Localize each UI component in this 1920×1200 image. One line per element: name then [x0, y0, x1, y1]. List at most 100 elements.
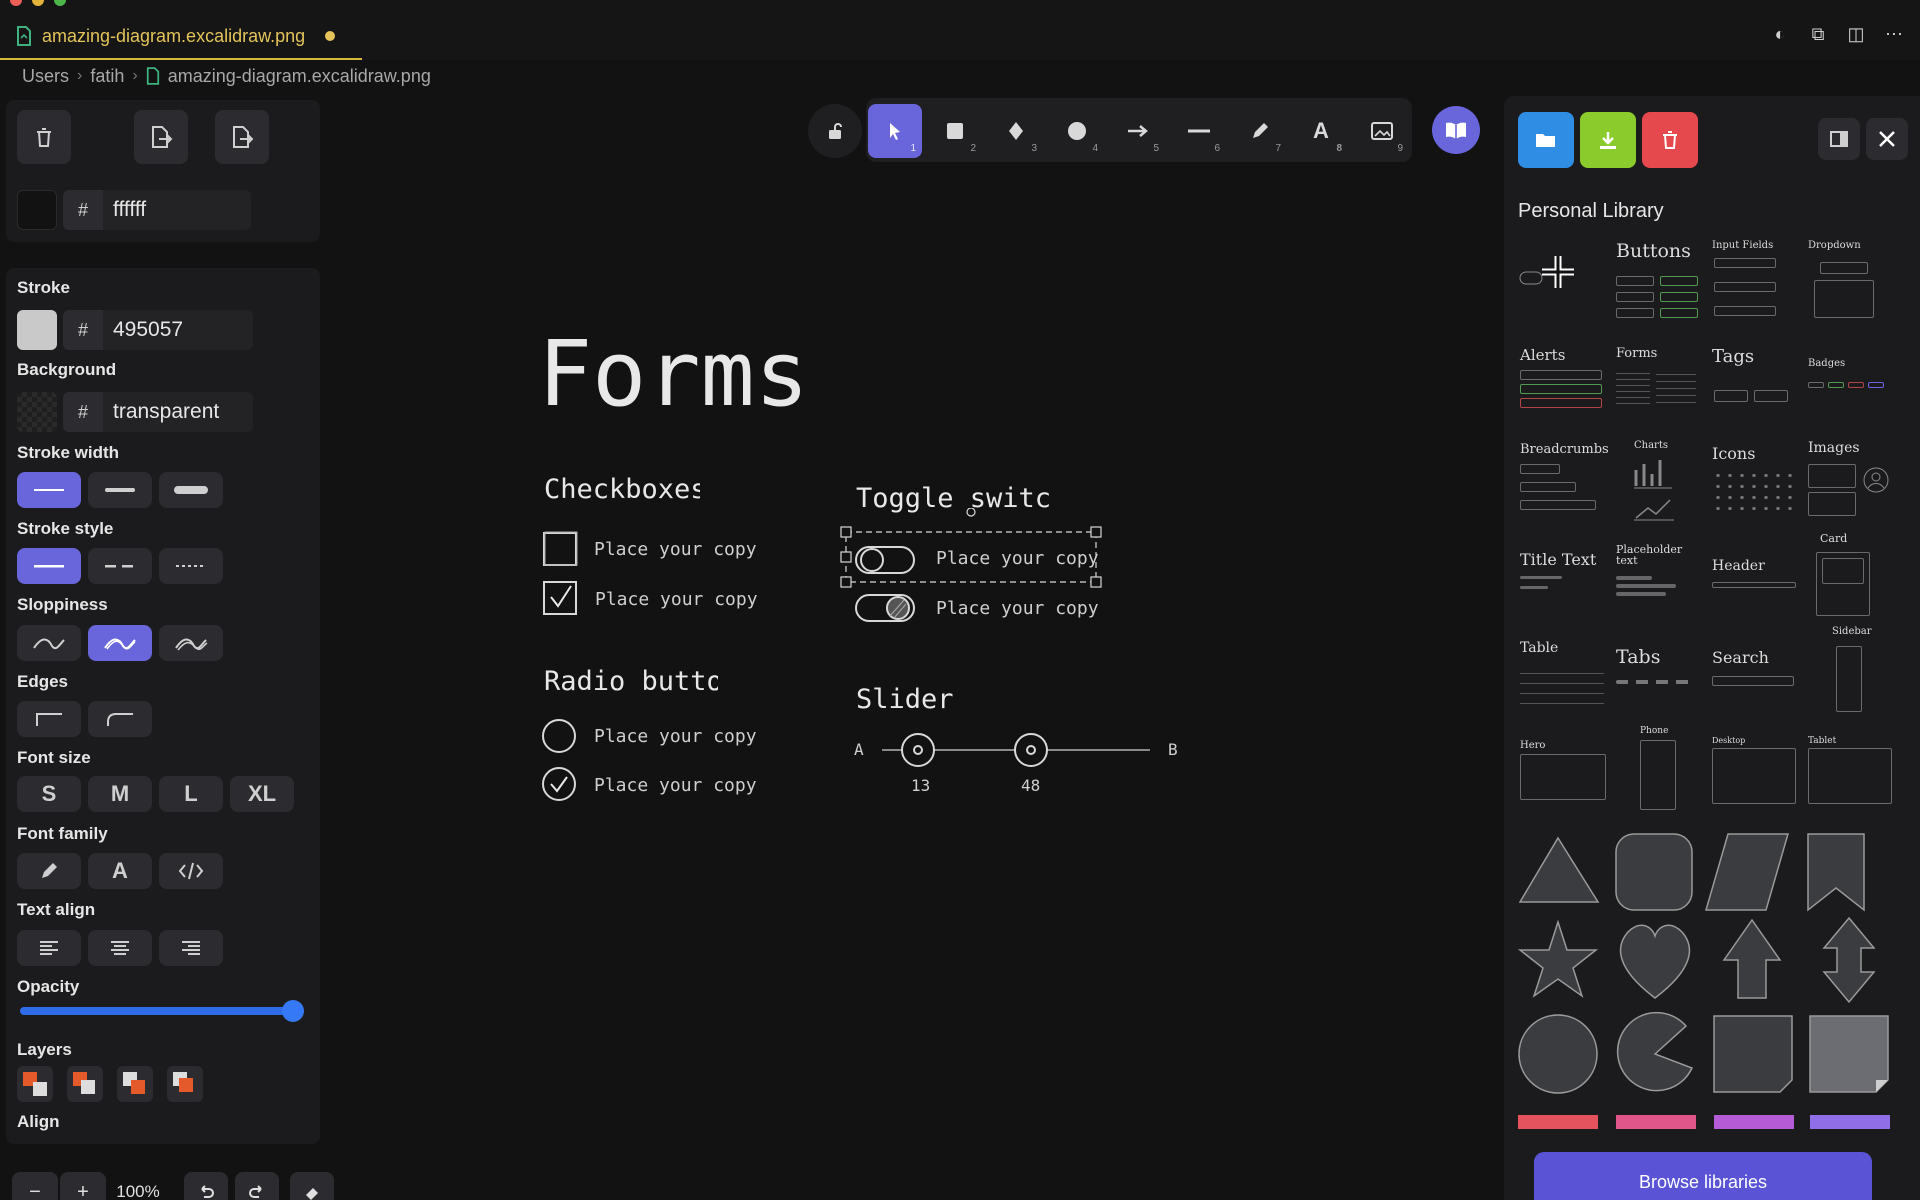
lock-tool-button[interactable] — [808, 104, 862, 158]
slider-value-label[interactable]: 48 — [1021, 776, 1040, 795]
maximize-window-icon[interactable] — [54, 0, 66, 6]
zoom-in-button[interactable]: + — [60, 1172, 106, 1200]
checkbox-empty[interactable] — [542, 530, 582, 570]
tool-draw[interactable]: 7 — [1233, 104, 1287, 158]
stroke-hex-input[interactable]: 495057 — [103, 310, 253, 350]
font-size-s-button[interactable]: S — [17, 776, 81, 812]
library-item-alerts[interactable]: Alerts — [1518, 346, 1604, 432]
open-changes-icon[interactable]: ⧉ — [1808, 24, 1828, 44]
library-item-sidebar[interactable]: Sidebar — [1806, 626, 1892, 712]
slider-heading[interactable]: Slider — [856, 684, 954, 715]
stroke-width-thin-button[interactable] — [17, 472, 81, 508]
stroke-width-bold-button[interactable] — [88, 472, 152, 508]
clear-canvas-button[interactable] — [17, 110, 71, 164]
toggle-off[interactable] — [854, 542, 918, 578]
checkbox-label[interactable]: Place your copy — [595, 589, 758, 610]
minimize-window-icon[interactable] — [32, 0, 44, 6]
background-color-swatch[interactable] — [17, 392, 57, 432]
tool-rectangle[interactable]: 2 — [928, 104, 982, 158]
send-to-back-button[interactable] — [17, 1066, 53, 1102]
text-align-center-button[interactable] — [88, 930, 152, 966]
radio-empty[interactable] — [540, 716, 580, 756]
contrast-icon[interactable]: ◐ — [1770, 24, 1790, 44]
text-align-right-button[interactable] — [159, 930, 223, 966]
reset-library-button[interactable] — [1642, 112, 1698, 168]
font-size-xl-button[interactable]: XL — [230, 776, 294, 812]
dock-library-button[interactable] — [1818, 118, 1860, 160]
stroke-style-dashed-button[interactable] — [88, 548, 152, 584]
radio-label[interactable]: Place your copy — [594, 775, 757, 796]
library-item-buttons[interactable]: Buttons — [1614, 240, 1700, 326]
tool-selection[interactable]: 1 — [868, 104, 922, 158]
more-actions-icon[interactable]: ⋯ — [1884, 24, 1904, 44]
opacity-slider-track[interactable] — [20, 1007, 294, 1015]
toggle-label[interactable]: Place your copy — [936, 598, 1099, 619]
save-library-button[interactable] — [1580, 112, 1636, 168]
radio-buttons-heading[interactable]: Radio butto — [544, 666, 718, 697]
sloppiness-architect-button[interactable] — [17, 625, 81, 661]
toggle-on[interactable] — [854, 590, 918, 626]
stroke-width-extra-bold-button[interactable] — [159, 472, 223, 508]
library-toggle-button[interactable] — [1432, 106, 1480, 154]
forms-title[interactable]: Forms — [538, 322, 809, 427]
sloppiness-artist-button[interactable] — [88, 625, 152, 661]
canvas-background-swatch[interactable] — [17, 190, 57, 230]
breadcrumb-item-fatih[interactable]: fatih — [90, 66, 124, 87]
library-item-card[interactable]: Card — [1806, 532, 1892, 618]
tool-diamond[interactable]: 3 — [989, 104, 1043, 158]
zoom-level[interactable]: 100% — [108, 1172, 168, 1200]
unsaved-dot-icon[interactable] — [325, 31, 336, 41]
checkboxes-heading[interactable]: Checkboxes — [544, 474, 700, 505]
tool-text[interactable]: A 8 — [1294, 104, 1348, 158]
library-item-hero[interactable]: Hero — [1518, 736, 1606, 822]
tool-line[interactable]: 6 — [1172, 104, 1226, 158]
library-item-pink-bar[interactable] — [1616, 1115, 1696, 1129]
undo-button[interactable] — [184, 1172, 228, 1200]
redo-button[interactable] — [235, 1172, 279, 1200]
font-size-l-button[interactable]: L — [159, 776, 223, 812]
library-item-header[interactable]: Header — [1710, 536, 1796, 622]
tool-image[interactable]: 9 — [1355, 104, 1409, 158]
slider-min-label[interactable]: A — [854, 740, 864, 759]
text-align-left-button[interactable] — [17, 930, 81, 966]
toggle-label[interactable]: Place your copy — [936, 548, 1099, 569]
opacity-slider-handle[interactable] — [282, 1000, 304, 1022]
editor-tab[interactable]: amazing-diagram.excalidraw.png — [0, 14, 362, 60]
background-hex-input[interactable]: transparent — [103, 392, 253, 432]
library-item-table[interactable]: Table — [1518, 640, 1604, 726]
checkbox-checked[interactable] — [542, 579, 582, 619]
library-item-desktop[interactable]: Desktop — [1710, 736, 1796, 822]
slider-track[interactable] — [878, 730, 1152, 770]
send-backward-button[interactable] — [67, 1066, 103, 1102]
library-item-purple-bar[interactable] — [1714, 1115, 1794, 1129]
stroke-style-solid-button[interactable] — [17, 548, 81, 584]
browse-libraries-button[interactable]: Browse libraries — [1534, 1152, 1872, 1200]
radio-label[interactable]: Place your copy — [594, 726, 757, 747]
zoom-out-button[interactable]: − — [12, 1172, 58, 1200]
close-library-button[interactable] — [1866, 118, 1908, 160]
checkbox-label[interactable]: Place your copy — [594, 539, 757, 560]
tool-arrow[interactable]: 5 — [1111, 104, 1165, 158]
library-item-toggle[interactable] — [1518, 240, 1604, 326]
library-item-red-bar[interactable] — [1518, 1115, 1598, 1129]
library-item-tags[interactable]: Tags — [1710, 346, 1796, 432]
stroke-style-dotted-button[interactable] — [159, 548, 223, 584]
breadcrumb-item-users[interactable]: Users — [22, 66, 69, 87]
library-item-violet-bar[interactable] — [1810, 1115, 1890, 1129]
close-window-icon[interactable] — [10, 0, 22, 6]
sloppiness-cartoonist-button[interactable] — [159, 625, 223, 661]
export-image-button[interactable] — [215, 110, 269, 164]
edges-sharp-button[interactable] — [17, 701, 81, 737]
canvas-background-hex-input[interactable]: ffffff — [103, 190, 251, 230]
library-item-icons[interactable]: Icons — [1710, 440, 1796, 526]
bring-forward-button[interactable] — [117, 1066, 153, 1102]
font-family-code-button[interactable] — [159, 853, 223, 889]
font-family-normal-button[interactable]: A — [88, 853, 152, 889]
library-item-tablet[interactable]: Tablet — [1806, 736, 1892, 822]
font-size-m-button[interactable]: M — [88, 776, 152, 812]
bring-to-front-button[interactable] — [167, 1066, 203, 1102]
edges-round-button[interactable] — [88, 701, 152, 737]
save-as-button[interactable] — [134, 110, 188, 164]
library-item-tabs[interactable]: Tabs — [1614, 640, 1700, 726]
library-item-images[interactable]: Images — [1806, 440, 1892, 526]
